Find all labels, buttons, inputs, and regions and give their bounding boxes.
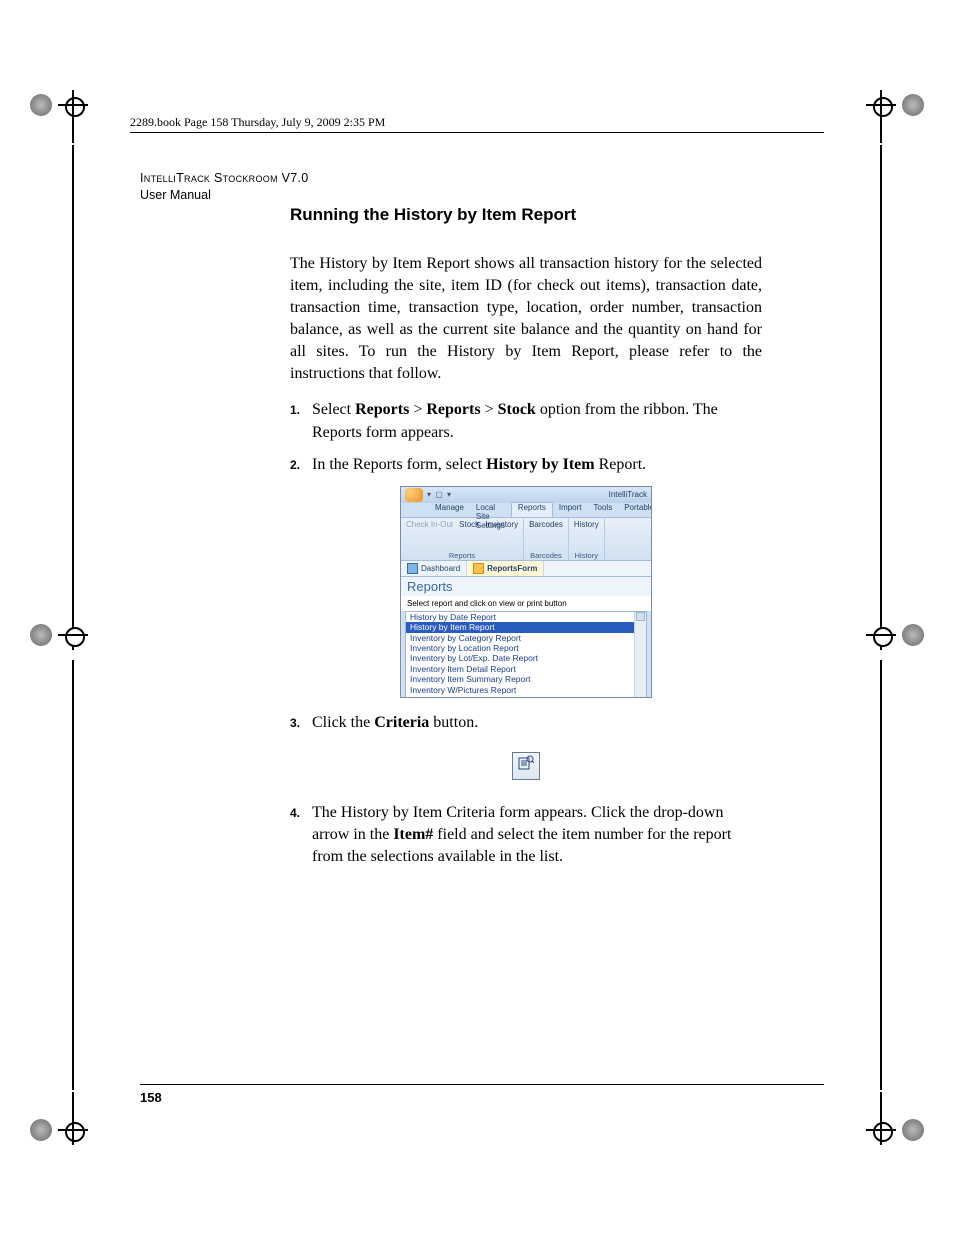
reports-listbox[interactable]: History by Date Report History by Item R… (405, 611, 647, 698)
crop-rule (880, 1092, 882, 1140)
print-registration-mark (866, 1115, 924, 1145)
step-1: 1. Select Reports > Reports > Stock opti… (290, 399, 762, 443)
list-item[interactable]: Inventory, Negative Qty Report (406, 695, 646, 698)
window-titlebar: ▾ ▢ ▾ IntelliTrack (401, 487, 651, 503)
form-icon (407, 563, 418, 574)
list-item[interactable]: Inventory W/Pictures Report (406, 685, 646, 695)
list-item[interactable]: Inventory by Category Report (406, 633, 646, 643)
footer-rule (140, 1084, 824, 1085)
running-header: 2289.book Page 158 Thursday, July 9, 200… (130, 115, 824, 130)
ribbon-groups: Check In-Out Stock Inventory Reports Bar… (401, 517, 651, 561)
doc-tab-reportsform[interactable]: ReportsForm (467, 561, 544, 576)
office-orb-icon[interactable] (405, 488, 423, 502)
tab-local-site-settings[interactable]: Local Site Settings (470, 503, 511, 517)
ribbon-group-label: Reports (406, 551, 518, 560)
tab-import[interactable]: Import (553, 503, 588, 517)
ribbon-tabs: Manage Local Site Settings Reports Impor… (401, 503, 651, 517)
step-number: 1. (290, 399, 312, 419)
print-registration-mark (866, 620, 924, 650)
step-text: Select Reports > Reports > Stock option … (312, 399, 762, 443)
print-registration-mark (866, 90, 924, 120)
list-item[interactable]: Inventory by Lot/Exp. Date Report (406, 653, 646, 663)
app-brand: IntelliTrack (609, 490, 651, 499)
crop-rule (880, 145, 882, 620)
step-2: 2. In the Reports form, select History b… (290, 454, 762, 476)
step-text: The History by Item Criteria form appear… (312, 802, 762, 868)
step-number: 2. (290, 454, 312, 474)
tab-reports[interactable]: Reports (511, 502, 553, 517)
list-item-selected[interactable]: History by Item Report (406, 622, 646, 632)
crop-rule (72, 95, 74, 143)
app-screenshot-reports-form: ▾ ▢ ▾ IntelliTrack Manage Local Site Set… (400, 486, 652, 698)
tab-portable[interactable]: Portable (618, 503, 652, 517)
doc-title-block: IntelliTrack Stockroom V7.0 User Manual (140, 170, 390, 204)
crop-rule (72, 145, 74, 620)
ribbon-group-barcodes: Barcodes Barcodes (524, 518, 569, 560)
list-item[interactable]: Inventory Item Summary Report (406, 674, 646, 684)
tab-manage[interactable]: Manage (429, 503, 470, 517)
step-text: In the Reports form, select History by I… (312, 454, 762, 476)
crop-rule (72, 1092, 74, 1140)
list-item[interactable]: Inventory Item Detail Report (406, 664, 646, 674)
scrollbar[interactable] (634, 612, 646, 698)
quick-access-toolbar[interactable]: ▾ ▢ ▾ (427, 490, 452, 499)
ribbon-btn-inventory[interactable]: Inventory (485, 520, 518, 529)
crop-rule (880, 660, 882, 1090)
panel-title: Reports (401, 577, 651, 596)
ribbon-group-label: Barcodes (529, 551, 563, 560)
document-tabs: Dashboard ReportsForm (401, 561, 651, 577)
page-number: 158 (140, 1090, 162, 1105)
crop-rule (880, 95, 882, 143)
list-item[interactable]: Inventory by Location Report (406, 643, 646, 653)
header-rule (130, 132, 824, 133)
print-registration-mark (30, 620, 88, 650)
print-registration-mark (30, 1115, 88, 1145)
ribbon-group-history: History History (569, 518, 605, 560)
tab-tools[interactable]: Tools (588, 503, 619, 517)
ribbon-group-label: History (574, 551, 599, 560)
list-item[interactable]: History by Date Report (406, 612, 646, 622)
doc-subtitle: User Manual (140, 187, 390, 204)
doc-tab-dashboard[interactable]: Dashboard (401, 561, 467, 576)
crop-rule (72, 660, 74, 1090)
intro-paragraph: The History by Item Report shows all tra… (290, 253, 762, 385)
ribbon-btn-barcodes[interactable]: Barcodes (529, 520, 563, 529)
ribbon-btn-check-in-out[interactable]: Check In-Out (406, 520, 453, 529)
product-title: IntelliTrack Stockroom V7.0 (140, 170, 390, 187)
ribbon-btn-history[interactable]: History (574, 520, 599, 529)
step-number: 4. (290, 802, 312, 822)
ribbon-btn-stock[interactable]: Stock (459, 520, 479, 529)
panel-instruction: Select report and click on view or print… (401, 596, 651, 611)
step-4: 4. The History by Item Criteria form app… (290, 802, 762, 868)
step-number: 3. (290, 712, 312, 732)
print-registration-mark (30, 90, 88, 120)
criteria-icon (518, 755, 534, 776)
step-text: Click the Criteria button. (312, 712, 762, 734)
criteria-button-figure (512, 752, 540, 780)
section-heading: Running the History by Item Report (290, 205, 762, 225)
form-icon (473, 563, 484, 574)
step-3: 3. Click the Criteria button. (290, 712, 762, 734)
ribbon-group-reports: Check In-Out Stock Inventory Reports (401, 518, 524, 560)
